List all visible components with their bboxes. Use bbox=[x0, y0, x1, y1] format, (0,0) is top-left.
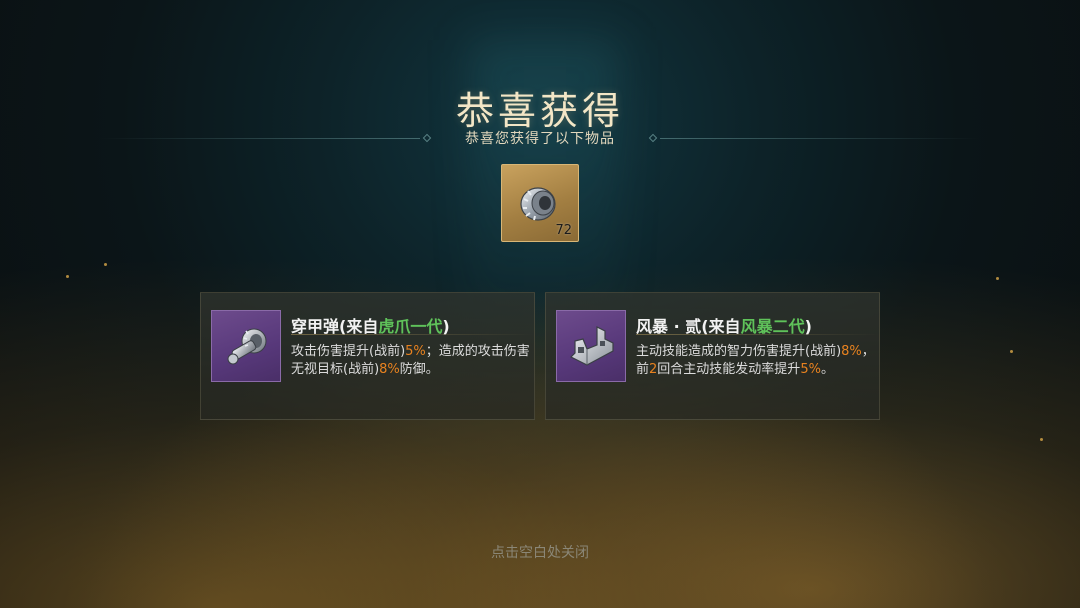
reward-card-armor-piercing[interactable]: 穿甲弹(来自虎爪一代) 攻击伤害提升(战前)5%；造成的攻击伤害无视目标(战前)… bbox=[200, 292, 535, 420]
desc-value: 8% bbox=[841, 344, 862, 359]
reward-item-slot[interactable]: 72 bbox=[501, 164, 579, 242]
card-icon-frame bbox=[556, 310, 626, 382]
desc-value: 5% bbox=[405, 344, 426, 359]
desc-text: 回合主动技能发动率提升 bbox=[657, 362, 801, 377]
desc-text: 防御。 bbox=[399, 362, 439, 377]
desc-text: 攻击伤害提升(战前) bbox=[291, 344, 406, 359]
reward-count: 72 bbox=[555, 223, 572, 238]
desc-value: 8% bbox=[379, 362, 400, 377]
card-icon-frame bbox=[211, 310, 281, 382]
card-description: 主动技能造成的智力伤害提升(战前)8%，前2回合主动技能发动率提升5%。 bbox=[636, 343, 880, 379]
spark-particle bbox=[1010, 350, 1013, 353]
gear-part-icon bbox=[520, 187, 556, 221]
spark-particle bbox=[66, 275, 69, 278]
spark-particle bbox=[996, 277, 999, 280]
desc-text: 。 bbox=[820, 362, 834, 377]
spark-particle bbox=[104, 263, 107, 266]
storm-bracket-icon bbox=[569, 326, 614, 366]
popup-subtitle: 恭喜您获得了以下物品 bbox=[465, 131, 615, 147]
reward-card-storm[interactable]: 风暴 · 贰(来自风暴二代) 主动技能造成的智力伤害提升(战前)8%，前2回合主… bbox=[545, 292, 880, 420]
desc-text: 主动技能造成的智力伤害提升(战前) bbox=[636, 344, 842, 359]
card-divider bbox=[636, 334, 879, 335]
desc-value: 5% bbox=[800, 362, 821, 377]
card-divider bbox=[291, 334, 534, 335]
spark-particle bbox=[1040, 438, 1043, 441]
armor-piercing-round-icon bbox=[227, 328, 267, 365]
close-hint[interactable]: 点击空白处关闭 bbox=[0, 542, 1080, 562]
popup-title: 恭喜获得 bbox=[455, 89, 624, 133]
card-description: 攻击伤害提升(战前)5%；造成的攻击伤害无视目标(战前)8%防御。 bbox=[291, 343, 535, 379]
